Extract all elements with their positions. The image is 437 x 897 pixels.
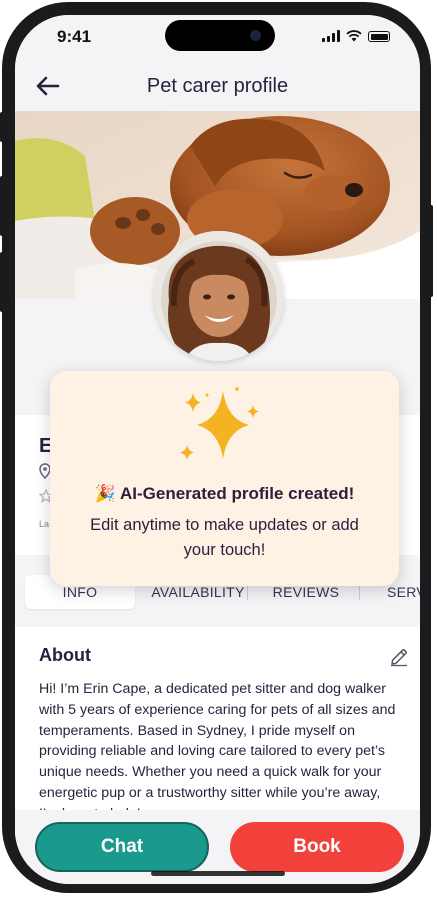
action-bar: Chat Book [15, 810, 420, 884]
battery-icon [368, 31, 390, 42]
toast-title: 🎉 AI-Generated profile created! [50, 484, 399, 504]
toast-title-text: AI-Generated profile created! [119, 484, 355, 503]
status-bar: 9:41 [15, 15, 420, 61]
avatar [154, 231, 284, 361]
phone-frame: 9:41 Pet carer profile E La INFO AVAILAB… [2, 2, 431, 893]
edit-pencil-icon[interactable] [389, 647, 409, 667]
ai-profile-toast: 🎉 AI-Generated profile created! Edit any… [50, 371, 399, 586]
wifi-icon [346, 30, 362, 42]
dynamic-island [165, 20, 275, 51]
status-icons [322, 30, 390, 42]
volume-down-button [0, 252, 4, 312]
camera-icon [250, 30, 261, 41]
status-time: 9:41 [57, 27, 92, 46]
power-button [429, 205, 433, 297]
toast-message: Edit anytime to make updates or add your… [90, 516, 359, 559]
page-title: Pet carer profile [146, 75, 289, 97]
side-button [0, 112, 4, 142]
about-text: Hi! I’m Erin Cape, a dedicated pet sitte… [39, 681, 396, 822]
party-popper-icon: 🎉 [94, 484, 116, 503]
book-button[interactable]: Book [230, 822, 404, 872]
chat-button[interactable]: Chat [35, 822, 209, 872]
app-screen: 9:41 Pet carer profile E La INFO AVAILAB… [15, 15, 420, 884]
home-indicator [151, 871, 285, 876]
profile-meta: La [39, 519, 50, 529]
sparkle-icon [180, 387, 259, 460]
about-section: About Hi! I’m Erin Cape, a dedicated pet… [15, 627, 420, 837]
volume-up-button [0, 176, 4, 236]
signal-icon [322, 30, 340, 42]
about-title: About [39, 645, 91, 665]
top-bar: Pet carer profile [15, 61, 420, 111]
